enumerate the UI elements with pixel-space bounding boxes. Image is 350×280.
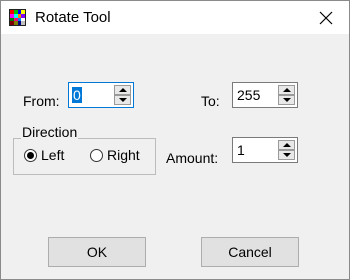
radio-left-label[interactable]: Left: [41, 147, 64, 163]
close-button[interactable]: [303, 1, 349, 34]
close-icon: [319, 11, 333, 24]
from-spin-buttons: [114, 85, 131, 105]
from-spinbox[interactable]: 0: [68, 82, 134, 108]
radio-right-label[interactable]: Right: [107, 147, 140, 163]
amount-spin-up-button[interactable]: [278, 140, 295, 150]
to-value[interactable]: 255: [237, 87, 260, 103]
amount-spin-buttons: [278, 140, 295, 160]
spin-down-icon: [282, 153, 291, 157]
title-bar[interactable]: Rotate Tool: [1, 1, 349, 34]
radio-left-circle[interactable]: [24, 148, 37, 162]
dialog-window: Rotate Tool From: 0 To: 255 Direction Le…: [0, 0, 350, 280]
spin-up-icon: [282, 143, 291, 147]
ok-button[interactable]: OK: [48, 237, 146, 267]
to-spin-buttons: [278, 85, 295, 105]
to-spinbox[interactable]: 255: [232, 82, 298, 108]
radio-left[interactable]: Left: [24, 147, 64, 163]
spin-up-icon: [118, 88, 127, 92]
amount-spinbox[interactable]: 1: [232, 137, 298, 163]
to-spin-down-button[interactable]: [278, 95, 295, 105]
direction-label: Direction: [21, 124, 79, 140]
window-title: Rotate Tool: [35, 9, 111, 26]
cancel-button[interactable]: Cancel: [201, 237, 299, 267]
spin-up-icon: [282, 88, 291, 92]
from-label: From:: [23, 93, 60, 109]
spin-down-icon: [118, 98, 127, 102]
dialog-client: From: 0 To: 255 Direction Left Right Amo…: [1, 34, 349, 279]
radio-right-circle[interactable]: [90, 148, 103, 162]
from-spin-down-button[interactable]: [114, 95, 131, 105]
amount-spin-down-button[interactable]: [278, 150, 295, 160]
to-spin-up-button[interactable]: [278, 85, 295, 95]
spin-down-icon: [282, 98, 291, 102]
amount-value[interactable]: 1: [237, 142, 245, 158]
from-value[interactable]: 0: [72, 87, 82, 103]
radio-right[interactable]: Right: [90, 147, 140, 163]
from-spin-up-button[interactable]: [114, 85, 131, 95]
radio-selected-dot: [27, 151, 34, 159]
amount-label: Amount:: [166, 150, 219, 166]
to-label: To:: [201, 93, 220, 109]
palette-grid-icon: [9, 9, 26, 26]
